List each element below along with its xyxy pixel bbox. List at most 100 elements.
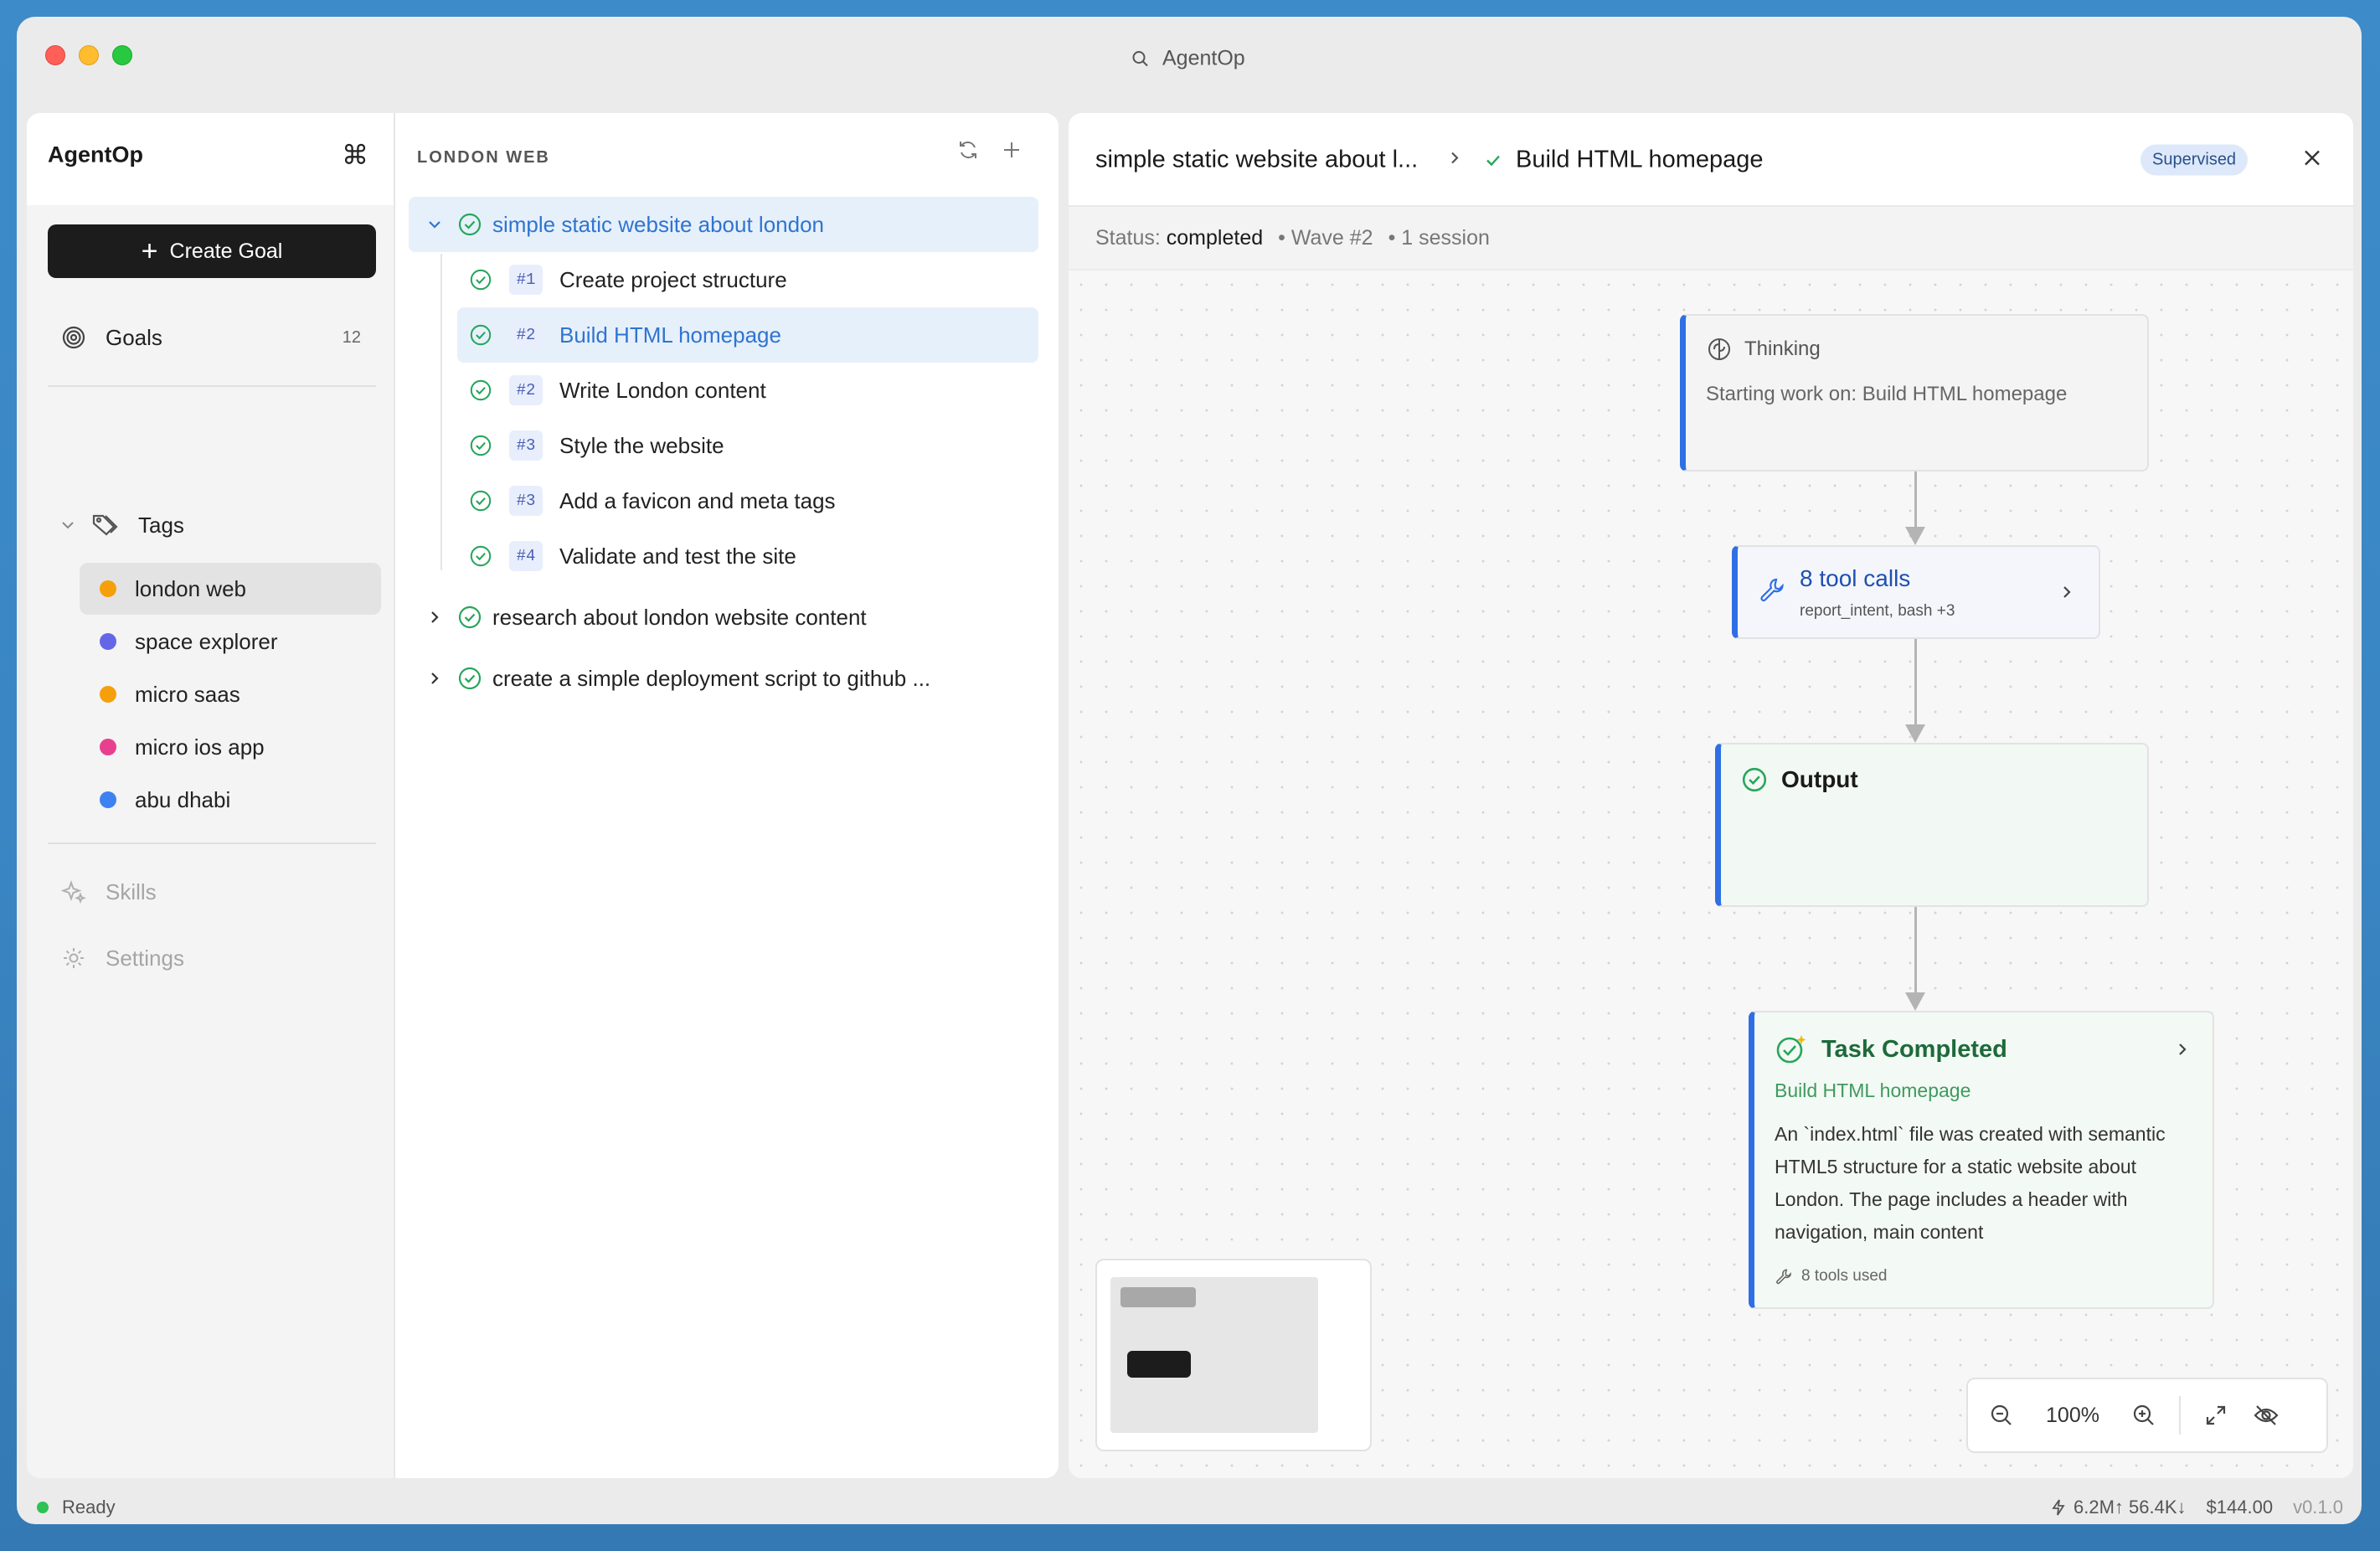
version: v0.1.0: [2293, 1497, 2343, 1518]
token-counts: 6.2M↑ 56.4K↓: [2073, 1497, 2187, 1518]
breadcrumb-goal[interactable]: simple static website about l...: [1095, 147, 1418, 174]
sidebar-item-goals[interactable]: Goals 12: [48, 312, 376, 363]
eye-off-icon: [2254, 1405, 2279, 1425]
edge-arrow: [1905, 527, 1925, 545]
refresh-icon[interactable]: [953, 135, 983, 165]
fit-view-button[interactable]: [2191, 1390, 2241, 1440]
section-title: LONDON WEB: [417, 148, 550, 167]
close-window-button[interactable]: [45, 45, 65, 65]
minimap-block: [1120, 1287, 1196, 1307]
toggle-visibility-button[interactable]: [2241, 1390, 2291, 1440]
tag-item-abu-dhabi[interactable]: abu dhabi: [80, 774, 381, 826]
chevron-right-icon: [425, 608, 444, 626]
check-circle-icon: [469, 268, 492, 291]
mode-badge: Supervised: [2140, 144, 2249, 176]
tag-color-dot: [100, 686, 116, 703]
tags-section-header[interactable]: Tags: [48, 504, 376, 546]
zoom-out-button[interactable]: [1976, 1390, 2027, 1440]
app-window: AgentOp AgentOp ⌘ + Create Goal Goals 12: [17, 17, 2362, 1524]
sidebar-header: AgentOp ⌘: [27, 113, 394, 205]
task-title: Create project structure: [559, 266, 787, 292]
task-row-selected[interactable]: #2 Build HTML homepage: [457, 307, 1038, 363]
edge-arrow: [1905, 724, 1925, 743]
tool-calls-node[interactable]: 8 tool calls report_intent, bash +3: [1732, 545, 2100, 639]
tool-calls-title: 8 tool calls: [1800, 565, 1911, 591]
task-number: #4: [509, 541, 543, 571]
goal-row-collapsed[interactable]: research about london website content: [409, 590, 1038, 645]
zoom-in-icon: [2133, 1404, 2154, 1425]
task-detail-panel: simple static website about l... Build H…: [1069, 113, 2353, 1478]
window-title: AgentOp: [1162, 46, 1245, 70]
create-goal-button[interactable]: + Create Goal: [48, 224, 376, 278]
zoom-divider: [2179, 1396, 2181, 1435]
chevron-down-icon: [59, 517, 76, 533]
task-row[interactable]: #3 Add a favicon and meta tags: [457, 473, 1038, 528]
gear-icon: [59, 946, 89, 971]
check-circle-icon: [469, 434, 492, 457]
window-title-search[interactable]: AgentOp: [1131, 47, 1245, 71]
status-text: Status: completed: [1095, 226, 1263, 250]
minimap[interactable]: [1095, 1259, 1372, 1451]
token-usage: 6.2M↑ 56.4K↓: [2050, 1497, 2187, 1518]
zoom-controls: 100%: [1966, 1378, 2328, 1453]
zoom-in-button[interactable]: [2119, 1390, 2169, 1440]
task-number: #2: [509, 375, 543, 405]
check-circle-icon: [457, 605, 482, 630]
tag-item-micro-ios-app[interactable]: micro ios app: [80, 721, 381, 773]
tag-item-london-web[interactable]: london web: [80, 563, 381, 615]
task-title: Build HTML homepage: [559, 322, 781, 348]
ready-indicator: [37, 1502, 49, 1513]
session-info: • 1 session: [1388, 225, 1490, 250]
tag-label: micro ios app: [135, 734, 265, 760]
ready-label: Ready: [62, 1497, 116, 1518]
tag-item-micro-saas[interactable]: micro saas: [80, 668, 381, 720]
check-circle-icon: [457, 666, 482, 691]
goal-title: simple static website about london: [492, 211, 825, 237]
tag-label: space explorer: [135, 628, 278, 654]
task-number: #3: [509, 486, 543, 516]
command-icon[interactable]: ⌘: [342, 139, 368, 171]
task-row[interactable]: #4 Validate and test the site: [457, 528, 1038, 584]
add-goal-icon[interactable]: [997, 135, 1027, 165]
tag-label: london web: [135, 575, 246, 601]
task-title: Add a favicon and meta tags: [559, 487, 836, 513]
skills-label: Skills: [106, 879, 157, 904]
chevron-right-icon: [1445, 149, 1464, 172]
minimize-window-button[interactable]: [79, 45, 99, 65]
minimap-block: [1127, 1351, 1191, 1378]
tag-item-space-explorer[interactable]: space explorer: [80, 616, 381, 667]
close-icon[interactable]: [2301, 147, 2323, 173]
task-row[interactable]: #2 Write London content: [457, 363, 1038, 418]
goal-row-collapsed[interactable]: create a simple deployment script to git…: [409, 651, 1038, 706]
lightning-icon: [2052, 1499, 2065, 1516]
wrench-icon: [1760, 578, 1784, 602]
plus-icon: +: [141, 235, 158, 267]
sidebar: AgentOp ⌘ + Create Goal Goals 12 Tags lo…: [27, 113, 395, 1478]
zoom-window-button[interactable]: [112, 45, 132, 65]
goal-row-expanded[interactable]: simple static website about london: [409, 197, 1038, 252]
output-node[interactable]: Output: [1715, 743, 2149, 907]
sidebar-item-skills[interactable]: Skills: [48, 867, 376, 917]
chevron-right-icon: [425, 669, 444, 688]
tag-color-dot: [100, 739, 116, 755]
task-completed-node[interactable]: Task Completed Build HTML homepage An `i…: [1749, 1011, 2214, 1309]
settings-label: Settings: [106, 945, 184, 971]
task-number: #2: [509, 320, 543, 350]
wrench-icon: [1776, 1269, 1791, 1285]
goal-title: create a simple deployment script to git…: [492, 665, 931, 691]
check-circle-icon: [469, 379, 492, 402]
cost: $144.00: [2206, 1497, 2274, 1518]
task-row[interactable]: #3 Style the website: [457, 418, 1038, 473]
check-circle-icon: [469, 544, 492, 568]
zoom-out-icon: [1991, 1404, 2012, 1425]
tag-label: abu dhabi: [135, 786, 231, 812]
status-value: completed: [1166, 225, 1264, 250]
flow-canvas[interactable]: Thinking Starting work on: Build HTML ho…: [1069, 272, 2353, 1478]
tag-icon: [91, 513, 120, 538]
success-sparkle-icon: [1776, 1035, 1806, 1064]
task-row[interactable]: #1 Create project structure: [457, 252, 1038, 307]
thinking-node[interactable]: Thinking Starting work on: Build HTML ho…: [1680, 314, 2149, 471]
sidebar-item-settings[interactable]: Settings: [48, 933, 376, 983]
chevron-down-icon: [425, 215, 444, 234]
status-label: Status:: [1095, 225, 1161, 250]
